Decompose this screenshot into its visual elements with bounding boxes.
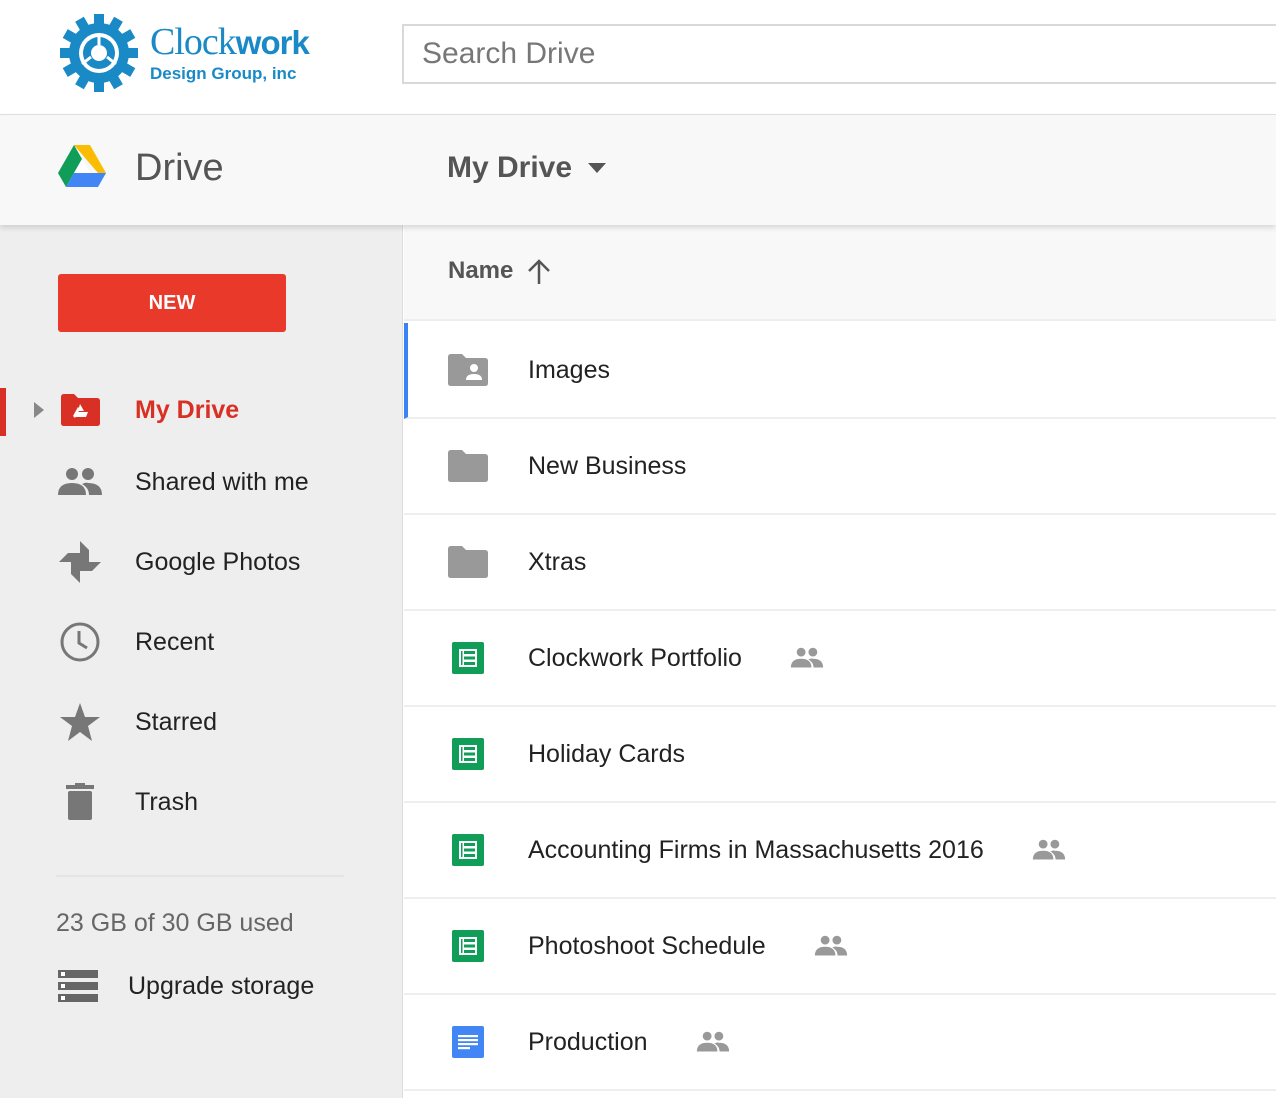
gear-icon bbox=[60, 14, 138, 92]
sidebar-item-shared-with-me[interactable]: Shared with me bbox=[0, 452, 403, 512]
breadcrumb-my-drive[interactable]: My Drive bbox=[447, 151, 607, 185]
file-name: New Business bbox=[528, 451, 687, 480]
sidebar-item-label: Starred bbox=[135, 707, 217, 736]
column-header-name: Name bbox=[448, 257, 514, 284]
file-name: Holiday Cards bbox=[528, 739, 686, 768]
sheets-icon bbox=[448, 734, 488, 774]
sidebar-item-trash[interactable]: Trash bbox=[0, 772, 403, 832]
app-bar: Drive My Drive bbox=[0, 115, 1276, 225]
clock-icon bbox=[58, 620, 102, 664]
logo-wordmark: Clockwork bbox=[150, 21, 310, 63]
expand-arrow-icon[interactable] bbox=[34, 402, 44, 418]
sidebar-item-my-drive[interactable]: My Drive bbox=[0, 380, 403, 440]
breadcrumb-label: My Drive bbox=[447, 151, 573, 184]
upgrade-storage-link[interactable]: Upgrade storage bbox=[56, 969, 314, 1003]
file-name: Clockwork Portfolio bbox=[528, 643, 742, 672]
my-drive-folder-icon bbox=[58, 388, 102, 432]
file-list: Name Images New Business Xtras Clockwork Po… bbox=[404, 225, 1276, 1098]
company-logo[interactable]: Clockwork Design Group, inc bbox=[58, 12, 348, 94]
file-row[interactable]: New Business bbox=[404, 419, 1276, 515]
file-row[interactable]: Production bbox=[404, 995, 1276, 1091]
file-row[interactable]: Xtras bbox=[404, 515, 1276, 611]
sidebar-item-starred[interactable]: Starred bbox=[0, 692, 403, 752]
sidebar-item-label: Trash bbox=[135, 787, 198, 816]
docs-icon bbox=[448, 1022, 488, 1062]
file-row[interactable]: Holiday Cards bbox=[404, 707, 1276, 803]
file-name-group: Xtras bbox=[528, 548, 586, 577]
file-row[interactable]: Photoshoot Schedule bbox=[404, 899, 1276, 995]
people-icon bbox=[58, 460, 102, 504]
shared-people-icon bbox=[696, 1031, 730, 1053]
shared-people-icon bbox=[790, 647, 824, 669]
sidebar: NEW My Drive Shared with me Google Photo… bbox=[0, 225, 403, 1098]
file-name: Production bbox=[528, 1027, 648, 1056]
sidebar-item-label: Shared with me bbox=[135, 467, 309, 496]
shared-people-icon bbox=[814, 935, 848, 957]
caret-down-icon bbox=[588, 163, 607, 173]
file-name-group: Accounting Firms in Massachusetts 2016 bbox=[528, 836, 1066, 865]
file-row[interactable]: Accounting Firms in Massachusetts 2016 bbox=[404, 803, 1276, 899]
shared-people-icon bbox=[1032, 839, 1066, 861]
sidebar-item-label: Recent bbox=[135, 627, 215, 656]
sheets-icon bbox=[448, 926, 488, 966]
logo-tagline: Design Group, inc bbox=[150, 64, 297, 83]
storage-icon bbox=[58, 970, 98, 1002]
shared-folder-icon bbox=[448, 350, 488, 390]
pinwheel-icon bbox=[58, 540, 102, 584]
file-name: Photoshoot Schedule bbox=[528, 931, 766, 960]
file-row[interactable]: Images bbox=[404, 323, 1276, 419]
file-name-group: Photoshoot Schedule bbox=[528, 932, 848, 961]
file-name-group: Holiday Cards bbox=[528, 740, 685, 769]
sidebar-item-recent[interactable]: Recent bbox=[0, 612, 403, 672]
sidebar-item-label: My Drive bbox=[135, 395, 240, 424]
search-input[interactable] bbox=[402, 24, 1276, 84]
file-name-group: Images bbox=[528, 356, 610, 385]
list-header: Name bbox=[404, 225, 1276, 321]
sidebar-item-google-photos[interactable]: Google Photos bbox=[0, 532, 403, 592]
sort-by-name-header[interactable]: Name bbox=[448, 257, 551, 285]
folder-icon bbox=[448, 542, 488, 582]
trash-icon bbox=[58, 780, 102, 824]
new-button[interactable]: NEW bbox=[58, 274, 286, 332]
star-icon bbox=[58, 700, 102, 744]
sidebar-item-label: Google Photos bbox=[135, 547, 301, 576]
app-title: Drive bbox=[135, 147, 224, 189]
top-bar: Clockwork Design Group, inc bbox=[0, 0, 1276, 115]
file-name: Xtras bbox=[528, 547, 587, 576]
arrow-up-icon bbox=[528, 259, 551, 284]
file-name-group: Clockwork Portfolio bbox=[528, 644, 824, 673]
folder-icon bbox=[448, 446, 488, 486]
sheets-icon bbox=[448, 638, 488, 678]
drive-logo-icon[interactable] bbox=[58, 145, 106, 194]
storage-usage: 23 GB of 30 GB used bbox=[56, 909, 294, 937]
sheets-icon bbox=[448, 830, 488, 870]
file-name-group: New Business bbox=[528, 452, 686, 481]
file-row[interactable]: Clockwork Portfolio bbox=[404, 611, 1276, 707]
sidebar-divider bbox=[56, 875, 344, 877]
file-name-group: Production bbox=[528, 1028, 730, 1057]
file-name: Images bbox=[528, 355, 610, 384]
file-name: Accounting Firms in Massachusetts 2016 bbox=[528, 835, 984, 864]
upgrade-storage-label: Upgrade storage bbox=[128, 971, 315, 1000]
